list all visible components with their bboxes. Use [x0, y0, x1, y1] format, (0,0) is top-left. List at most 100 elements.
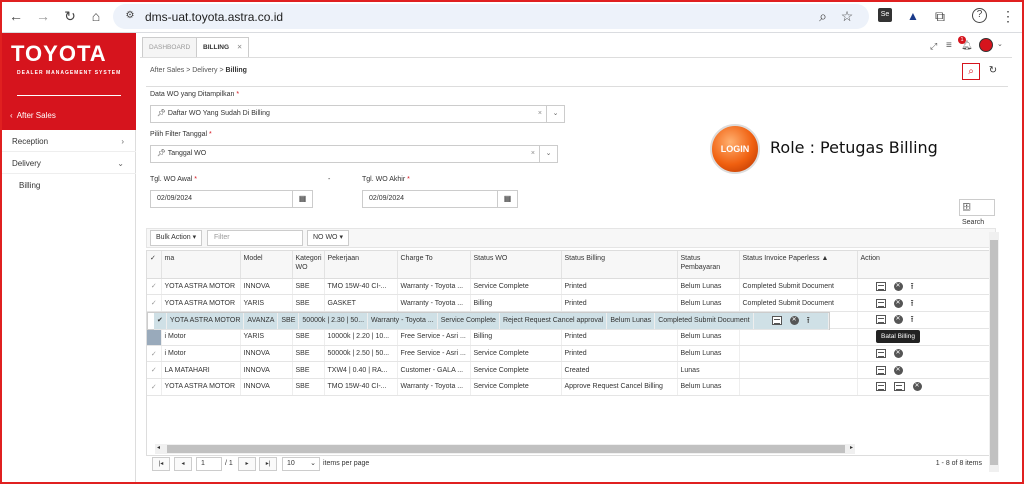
col-pekerjaan[interactable]: Pekerjaan	[324, 251, 398, 279]
row-checkbox[interactable]: ✓	[147, 294, 162, 312]
row-checkbox[interactable]: ✔	[154, 312, 167, 331]
upload-icon[interactable]: ⭱	[807, 315, 817, 325]
grid-filter-input[interactable]: Filter	[207, 230, 303, 246]
bulk-action-button[interactable]: Bulk Action ▾	[150, 230, 203, 246]
scroll-right-icon[interactable]: ▸	[850, 444, 853, 451]
horizontal-scroll-thumb[interactable]	[167, 445, 845, 453]
reload-icon[interactable]: ↻	[62, 8, 78, 24]
page-number-input[interactable]: 1	[196, 457, 222, 471]
tab-billing[interactable]: BILLING ✕	[196, 37, 250, 57]
upload-icon[interactable]: ⭱	[911, 298, 921, 308]
col-status-pembayaran[interactable]: Status Pembayaran	[677, 251, 740, 279]
sidebar-item-billing[interactable]: Billing	[0, 176, 136, 196]
row-checkbox[interactable]: ✓	[147, 378, 162, 396]
last-page-button[interactable]: ▸|	[259, 457, 277, 471]
calendar-icon[interactable]: ▦	[497, 191, 517, 207]
address-bar[interactable]: ⚙ dms-uat.toyota.astra.co.id ⌕ ☆	[113, 4, 869, 29]
next-page-button[interactable]: ▸	[238, 457, 256, 471]
menu-icon[interactable]: ⋮	[1000, 8, 1016, 24]
cancel-icon[interactable]: ✕	[893, 315, 903, 325]
col-nama[interactable]: ma	[161, 251, 241, 279]
document-icon[interactable]	[875, 349, 886, 359]
clear-icon[interactable]: ×	[531, 146, 535, 162]
forward-icon[interactable]: →	[35, 8, 51, 24]
scroll-left-icon[interactable]: ◂	[157, 444, 160, 451]
list-icon[interactable]: ≡	[946, 40, 952, 51]
close-tab-icon[interactable]: ✕	[237, 44, 242, 51]
date-filter-select[interactable]: 📌︎ Tanggal WO × ⌄	[150, 145, 558, 163]
select-all-checkbox[interactable]: ✓	[147, 251, 162, 279]
upload-icon[interactable]: ⭱	[911, 315, 921, 324]
sidebar-item-reception[interactable]: Reception ›	[0, 132, 136, 152]
cancel-icon[interactable]: ✕	[893, 365, 903, 375]
cancel-icon[interactable]: ✕	[893, 298, 903, 308]
bookmark-icon[interactable]: ☆	[839, 8, 855, 24]
table-row[interactable]: ✓ LA MATAHARI INNOVA SBE TXW4 | 0.40 | RA...…	[147, 361, 995, 380]
home-icon[interactable]: ⌂	[88, 8, 104, 24]
table-row[interactable]: ✓ YOTA ASTRA MOTOR INNOVA SBE TMO 15W-40 CI-…	[147, 378, 995, 396]
fullscreen-icon[interactable]: ⤢	[930, 41, 937, 52]
row-checkbox[interactable]: ✓	[147, 361, 162, 380]
document-icon[interactable]	[875, 315, 886, 325]
col-model[interactable]: Model	[240, 251, 293, 279]
extensions-icon[interactable]: ⧉	[932, 8, 948, 24]
col-status-invoice[interactable]: Status Invoice Paperless ▲	[739, 251, 858, 279]
sidebar-item-delivery[interactable]: Delivery ⌄	[0, 154, 136, 174]
calendar-icon[interactable]: ▦	[292, 191, 312, 207]
cancel-icon[interactable]: ✕	[789, 315, 799, 325]
sidebar-section-after-sales[interactable]: ‹ After Sales	[0, 104, 136, 128]
profile-icon[interactable]: ?	[972, 8, 987, 23]
table-row[interactable]: i Motor YARIS SBE 10000k | 2.20 | 10... Free…	[147, 328, 995, 346]
cancel-icon[interactable]: ✕	[893, 281, 903, 291]
extension-se-icon[interactable]: Se	[878, 8, 892, 22]
col-status-billing[interactable]: Status Billing	[561, 251, 678, 279]
horizontal-scrollbar[interactable]: ◂ ▸	[155, 444, 855, 454]
document-icon[interactable]	[875, 382, 886, 392]
breadcrumb-after-sales[interactable]: After Sales	[150, 67, 184, 74]
cancel-icon[interactable]: ✕	[912, 382, 922, 392]
table-row[interactable]: ✓YOTA ASTRA MOTORYARISSBEGASKETWarranty …	[147, 294, 995, 312]
cell-status-wo: Billing	[470, 328, 562, 346]
vertical-scroll-thumb[interactable]	[990, 240, 998, 465]
col-status-wo[interactable]: Status WO	[470, 251, 562, 279]
chevron-down-icon[interactable]: ⌄	[997, 40, 1003, 48]
table-row[interactable]: ✓ YOTA ASTRA MOTOR INNOVA SBE TMO 15W-40 CI-…	[147, 278, 995, 296]
extension-drive-icon[interactable]: ▲	[905, 8, 921, 24]
breadcrumb-delivery[interactable]: Delivery	[192, 67, 217, 74]
row-checkbox[interactable]	[147, 328, 162, 346]
upload-icon[interactable]: ⭱	[911, 281, 921, 291]
search-button[interactable]: 🗄︎ Search	[959, 199, 995, 226]
search-toggle-button[interactable]: ⌕	[962, 63, 980, 80]
tab-dashboard[interactable]: DASHBOARD	[142, 37, 198, 57]
chevron-down-icon[interactable]: ⌄	[546, 106, 564, 122]
row-checkbox[interactable]: ✓	[147, 345, 162, 363]
first-page-button[interactable]: |◂	[152, 457, 170, 471]
document-icon[interactable]	[875, 298, 886, 308]
back-icon[interactable]: ←	[8, 8, 24, 24]
vertical-scrollbar[interactable]	[989, 232, 999, 472]
wo-filter-select[interactable]: 📌︎ Daftar WO Yang Sudah Di Billing × ⌄	[150, 105, 565, 123]
document-icon[interactable]	[875, 365, 886, 375]
document-icon[interactable]	[875, 281, 886, 291]
cell-status-billing: Printed	[561, 294, 678, 312]
prev-page-button[interactable]: ◂	[174, 457, 192, 471]
page-size-select[interactable]: 10 ⌄	[282, 457, 320, 471]
document-icon[interactable]	[771, 315, 782, 325]
zoom-icon[interactable]: ⌕	[815, 8, 831, 24]
cancel-icon[interactable]: ✕	[893, 349, 903, 359]
table-row[interactable]: ✔ YOTA ASTRA MOTOR AVANZA SBE 50000k | 2.30 …	[147, 311, 830, 331]
chevron-down-icon[interactable]: ⌄	[539, 146, 557, 162]
user-avatar[interactable]	[979, 38, 993, 52]
id-card-icon[interactable]	[893, 382, 905, 392]
no-wo-dropdown[interactable]: NO WO ▾	[307, 230, 349, 246]
end-date-input[interactable]: 02/09/2024 ▦	[362, 190, 518, 208]
table-row[interactable]: ✓ i Motor INNOVA SBE 50000k | 2.50 | 50... Fr…	[147, 345, 995, 363]
row-actions: ✕	[857, 361, 995, 380]
refresh-icon[interactable]: ↻	[984, 63, 1002, 80]
row-checkbox[interactable]: ✓	[147, 278, 162, 296]
col-charge-to[interactable]: Charge To	[397, 251, 471, 279]
site-info-icon[interactable]: ⚙	[122, 8, 138, 24]
start-date-input[interactable]: 02/09/2024 ▦	[150, 190, 313, 208]
clear-icon[interactable]: ×	[538, 106, 542, 122]
col-kategori[interactable]: Kategori WO	[292, 251, 325, 279]
